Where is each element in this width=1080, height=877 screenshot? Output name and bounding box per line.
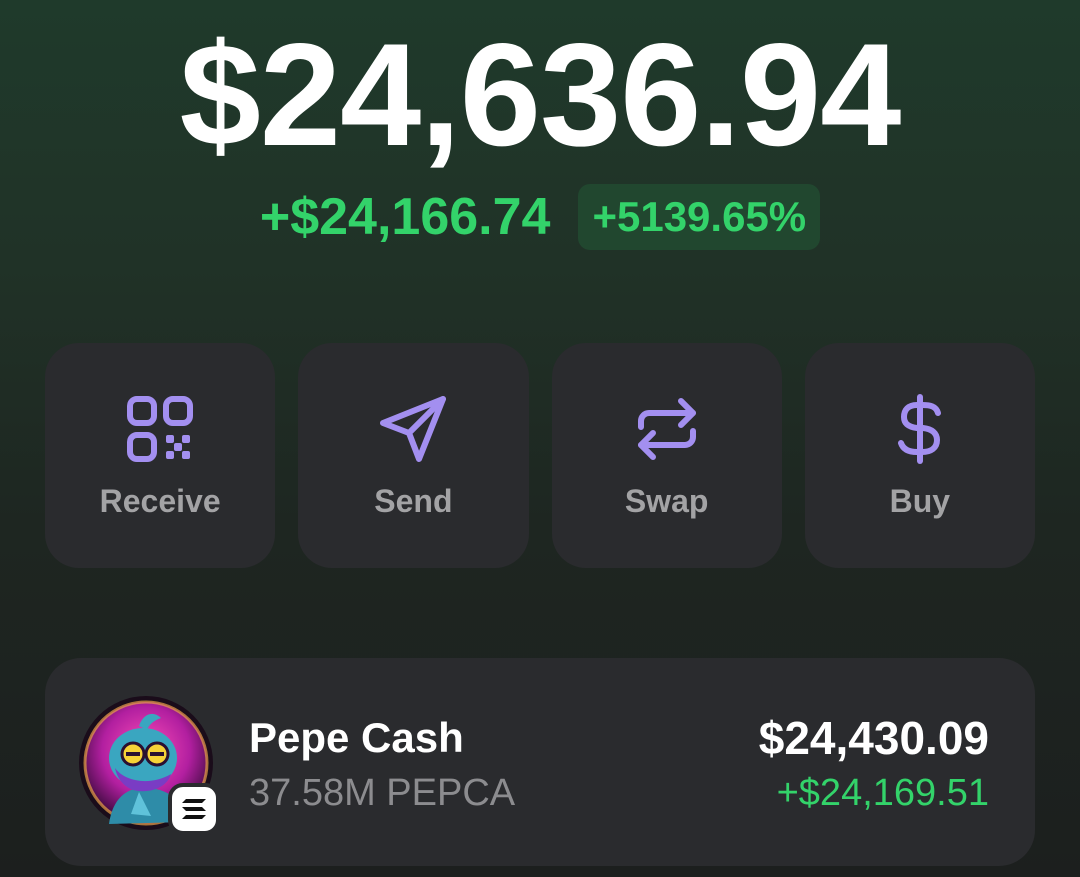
portfolio-change-row: +$24,166.74 +5139.65% [0,180,1080,254]
buy-button[interactable]: Buy [804,343,1035,568]
portfolio-change-amount: +$24,166.74 [259,188,551,246]
receive-label: Receive [99,483,221,519]
token-value: $24,430.09 [758,712,989,764]
swap-arrows-icon [631,393,703,465]
receive-button[interactable]: Receive [45,343,276,568]
send-label: Send [374,483,453,519]
qr-code-icon [124,393,196,465]
swap-label: Swap [624,483,709,519]
token-row-pepe-cash[interactable]: Pepe Cash 37.58M PEPCA $24,430.09 +$24,1… [45,658,1035,866]
portfolio-balance: $24,636.94 [179,13,902,176]
send-button[interactable]: Send [298,343,529,568]
swap-button[interactable]: Swap [551,343,782,568]
quick-actions: Receive Send Swap Buy [45,343,1035,568]
portfolio-change-percent-badge: +5139.65% [578,184,821,250]
token-change: +$24,169.51 [776,772,989,814]
token-name: Pepe Cash [249,714,464,761]
buy-label: Buy [889,483,951,519]
token-quantity: 37.58M PEPCA [249,772,516,814]
solana-chain-icon [168,783,220,835]
send-icon [377,393,449,465]
dollar-icon [884,393,956,465]
